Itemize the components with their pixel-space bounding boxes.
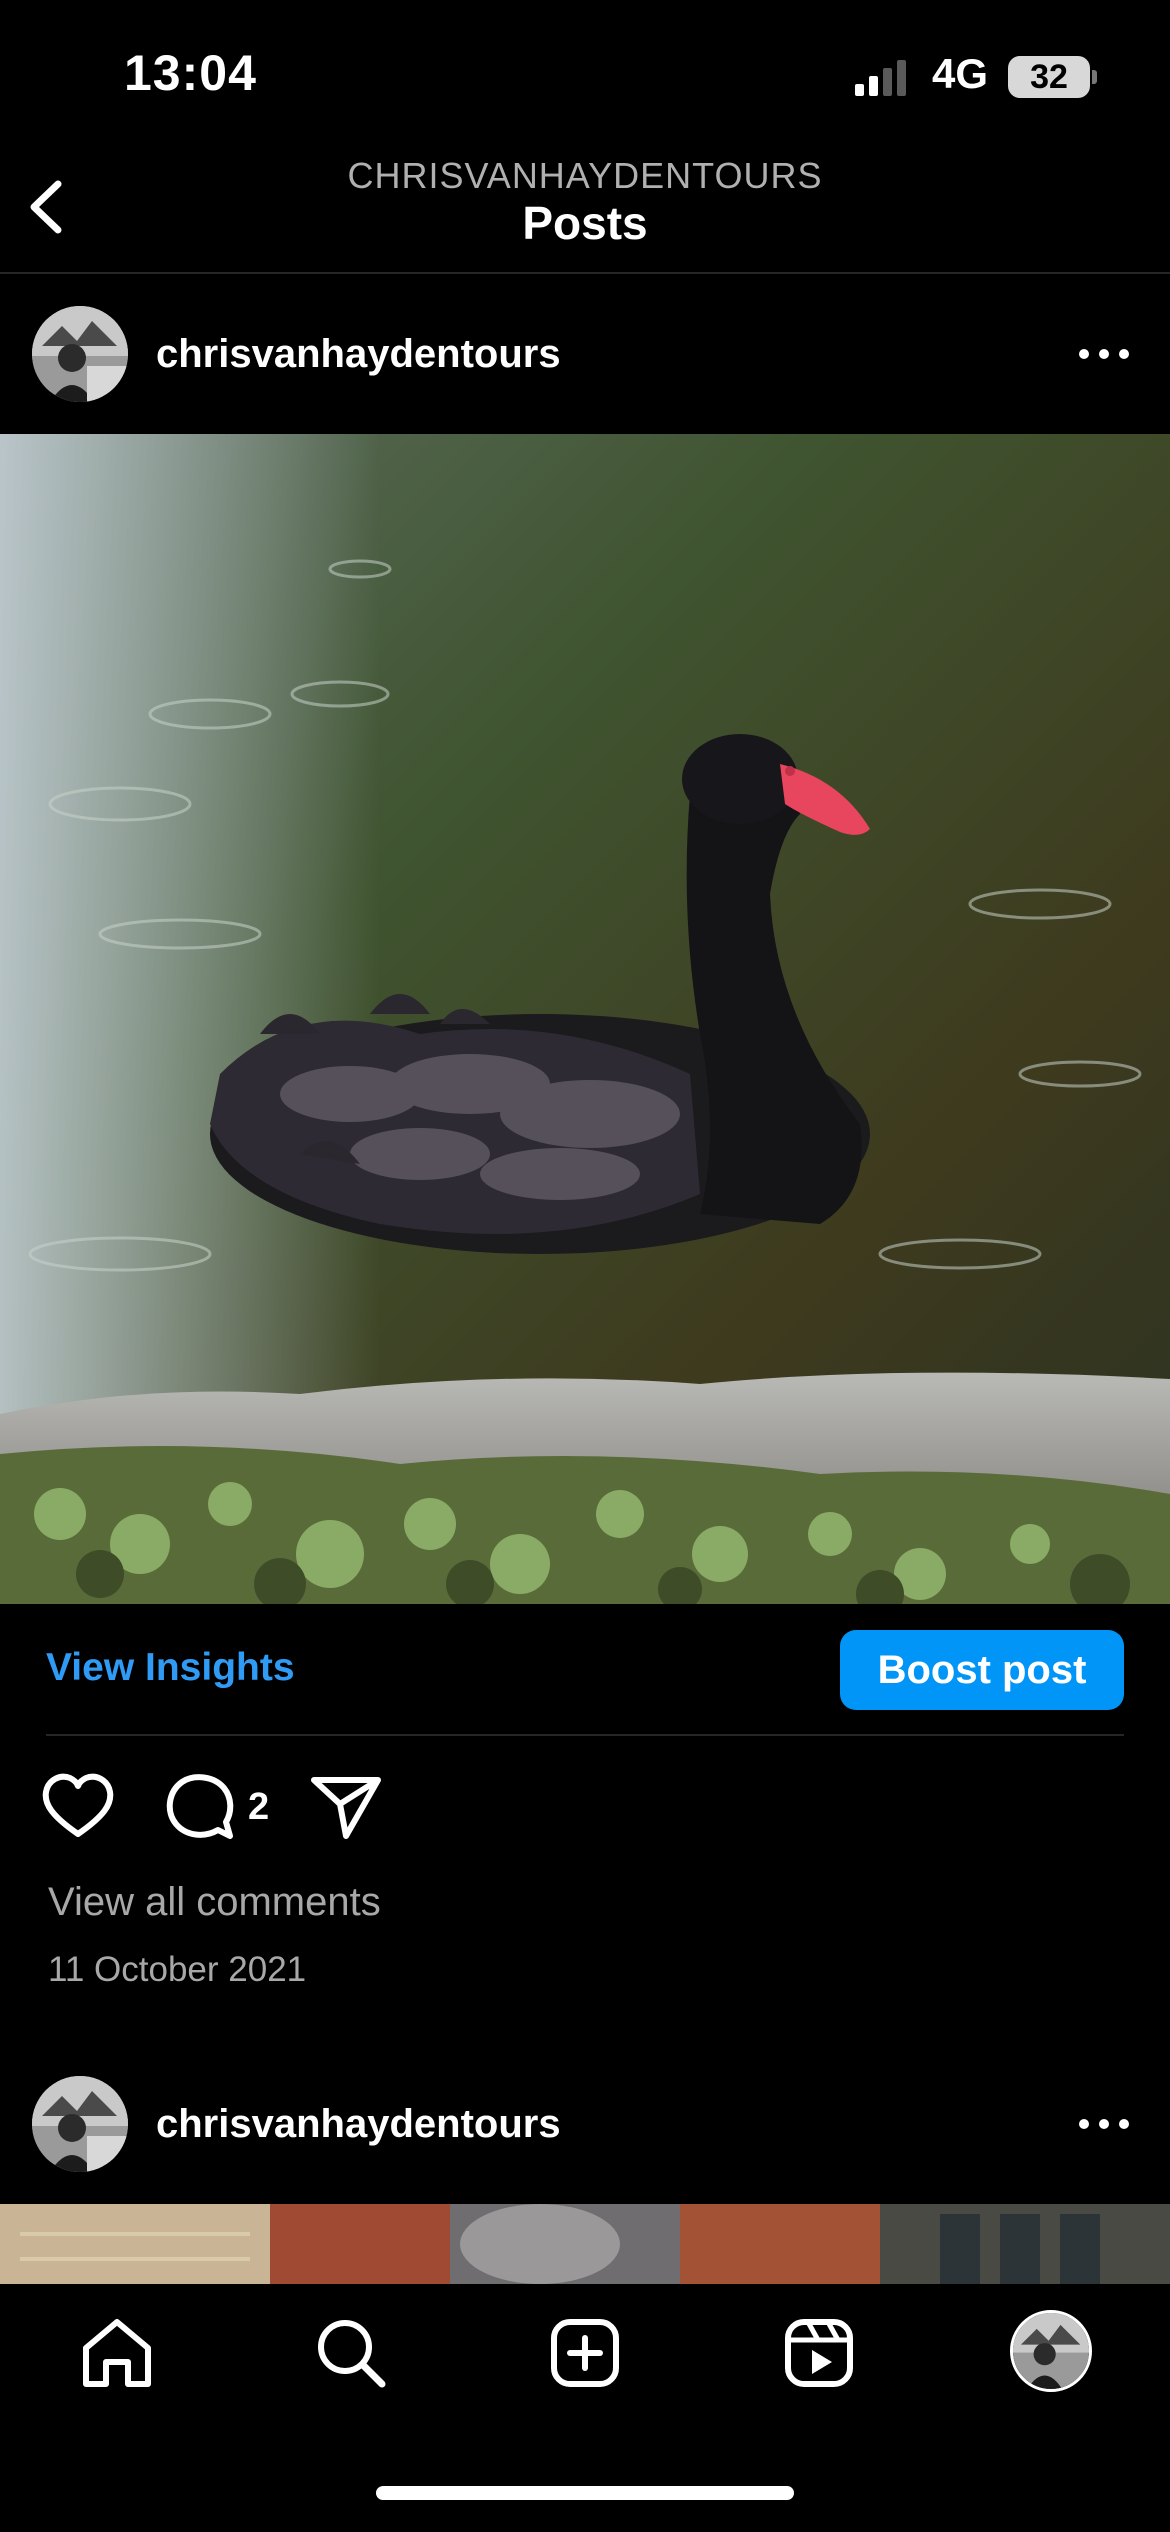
account-label: CHRISVANHAYDENTOURS — [347, 155, 823, 196]
tab-home[interactable] — [74, 2310, 160, 2396]
avatar[interactable] — [32, 2076, 128, 2172]
header-divider — [0, 272, 1170, 274]
comment-count: 2 — [248, 1786, 270, 1828]
post-username[interactable]: chrisvanhaydentours — [156, 2102, 561, 2147]
building-photo — [0, 2204, 1170, 2284]
post-username[interactable]: chrisvanhaydentours — [156, 332, 561, 377]
boost-post-button[interactable]: Boost post — [840, 1630, 1124, 1710]
more-options-button[interactable] — [1074, 2114, 1134, 2134]
profile-avatar — [1013, 2313, 1089, 2389]
battery-tip — [1092, 70, 1097, 84]
insights-divider — [46, 1734, 1124, 1736]
home-indicator — [376, 2486, 794, 2500]
comment-icon — [166, 1774, 234, 1839]
battery-level: 32 — [1030, 57, 1068, 96]
view-all-comments-link[interactable]: View all comments — [48, 1880, 381, 1925]
tab-reels[interactable] — [776, 2310, 862, 2396]
tab-search[interactable] — [308, 2310, 394, 2396]
more-horizontal-icon — [1079, 349, 1129, 359]
heart-icon — [42, 1773, 114, 1837]
black-swan-photo — [0, 434, 1170, 1604]
post-date: 11 October 2021 — [48, 1950, 307, 1989]
cellular-signal-icon — [855, 58, 906, 96]
comment-button[interactable] — [160, 1766, 240, 1846]
tab-create[interactable] — [542, 2310, 628, 2396]
post-photo[interactable] — [0, 2204, 1170, 2284]
home-icon — [83, 2319, 151, 2387]
network-type: 4G — [932, 50, 989, 97]
avatar[interactable] — [32, 306, 128, 402]
create-icon — [551, 2319, 619, 2387]
post-photo[interactable] — [0, 434, 1170, 1604]
more-horizontal-icon — [1079, 2119, 1129, 2129]
share-button[interactable] — [306, 1766, 386, 1846]
like-button[interactable] — [38, 1766, 118, 1846]
battery-icon: 32 — [1008, 56, 1090, 98]
view-insights-link[interactable]: View Insights — [46, 1646, 295, 1690]
reels-icon — [785, 2319, 853, 2387]
tab-profile[interactable] — [1010, 2310, 1092, 2392]
page-title: Posts — [522, 197, 648, 249]
send-icon — [311, 1777, 381, 1839]
search-icon — [318, 2320, 386, 2388]
status-time: 13:04 — [124, 45, 257, 101]
more-options-button[interactable] — [1074, 344, 1134, 364]
